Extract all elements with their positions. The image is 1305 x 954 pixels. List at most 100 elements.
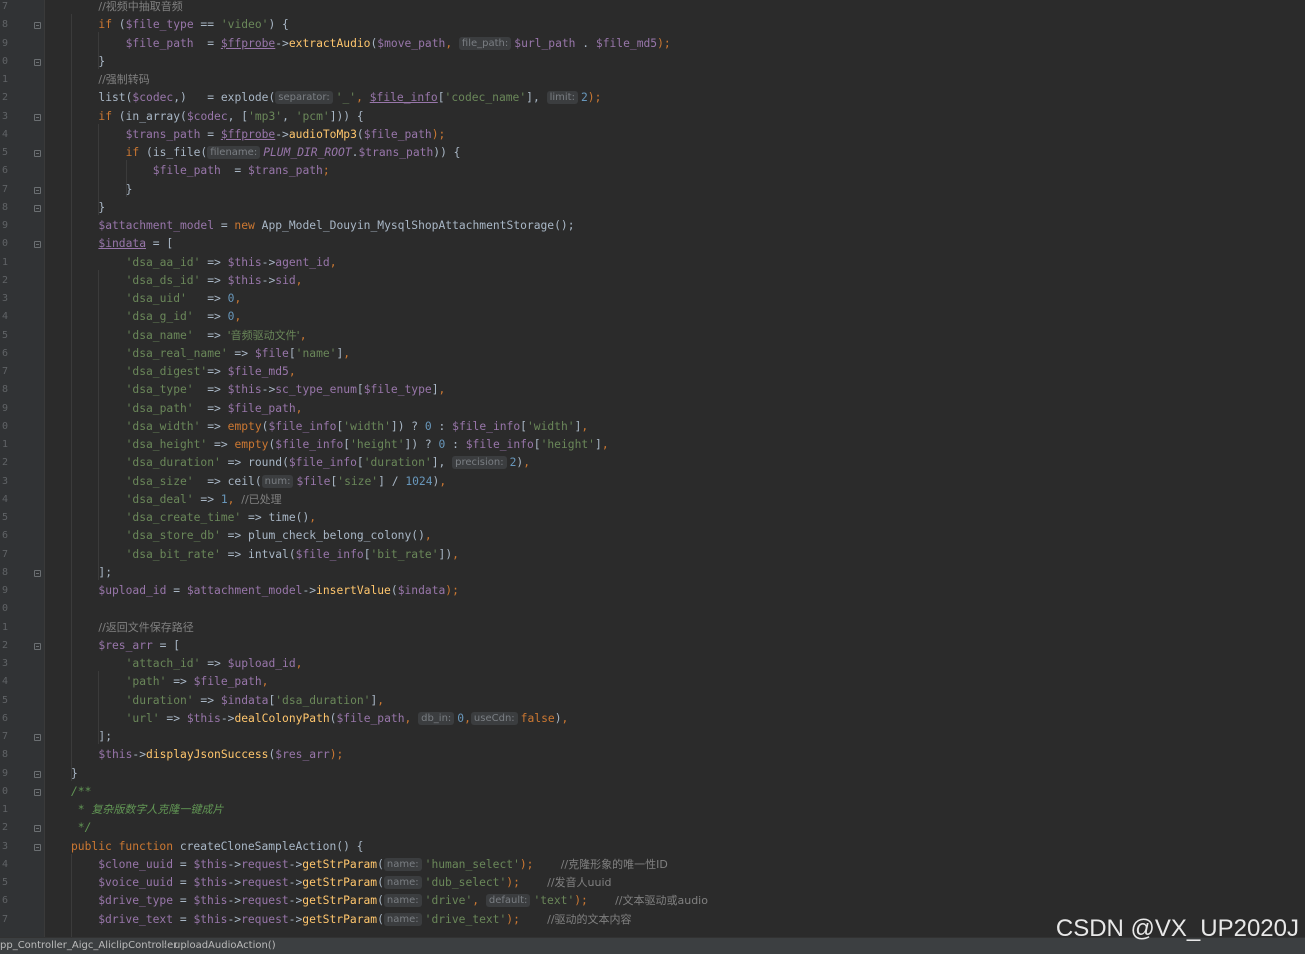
fold-toggle-icon[interactable] xyxy=(34,825,41,833)
code-token: insertValue xyxy=(316,584,391,597)
fold-toggle-icon[interactable] xyxy=(34,22,41,30)
code-line[interactable]: 'url' => $this->dealColonyPath($file_pat… xyxy=(98,710,568,728)
code-line[interactable]: $drive_text = $this->request->getStrPara… xyxy=(71,911,632,929)
code-line[interactable]: } xyxy=(71,765,78,783)
code-line[interactable]: 'dsa_aa_id' => $this->agent_id, xyxy=(98,254,337,272)
code-token: -> xyxy=(288,876,303,889)
code-line[interactable]: $drive_type = $this->request->getStrPara… xyxy=(71,892,708,910)
code-line[interactable]: $upload_id = $attachment_model->insertVa… xyxy=(98,582,459,600)
code-line[interactable]: if ($file_type == 'video') { xyxy=(98,16,288,34)
line-number: 3 xyxy=(1,293,8,304)
code-token: ( xyxy=(377,912,384,926)
code-line[interactable]: 'dsa_size' => ceil(num: $file['size'] / 1… xyxy=(98,473,446,491)
code-token: = xyxy=(173,894,194,908)
code-line[interactable]: $indata = [ xyxy=(98,235,173,253)
code-line[interactable]: $attachment_model = new App_Model_Douyin… xyxy=(98,217,574,235)
line-number: 0 xyxy=(1,420,8,432)
code-line[interactable]: $res_arr = [ xyxy=(98,637,180,655)
parameter-hint: useCdn: xyxy=(470,711,518,725)
code-line[interactable]: //返回文件保存路径 xyxy=(98,619,193,637)
code-line[interactable]: 'dsa_uid' => 0, xyxy=(98,290,242,308)
code-token: $upload_id xyxy=(98,584,167,597)
code-line[interactable]: 'dsa_store_db' => plum_check_belong_colo… xyxy=(98,527,432,545)
fold-toggle-icon[interactable] xyxy=(34,204,41,212)
code-token: 'dsa_uid' xyxy=(98,292,187,305)
fold-toggle-icon[interactable] xyxy=(34,642,41,650)
code-token: => xyxy=(159,711,187,725)
code-line[interactable]: * 复杂版数字人克隆一键成片 xyxy=(71,801,224,819)
code-token: 'dsa_duration' xyxy=(275,693,371,707)
code-line[interactable]: 'dsa_bit_rate' => intval($file_info['bit… xyxy=(98,546,459,564)
code-line[interactable]: ]; xyxy=(98,564,112,582)
line-number: 5 xyxy=(1,694,8,706)
code-line[interactable]: 'dsa_type' => $this->sc_type_enum[$file_… xyxy=(98,381,446,399)
code-line[interactable]: 'dsa_height' => empty($file_info['height… xyxy=(98,436,609,454)
code-line[interactable]: 'dsa_real_name' => $file['name'], xyxy=(98,345,351,363)
fold-toggle-icon[interactable] xyxy=(34,569,41,577)
code-line[interactable]: 'dsa_digest'=> $file_md5, xyxy=(98,363,296,381)
code-line[interactable]: } xyxy=(98,53,105,71)
code-token: => xyxy=(193,383,228,397)
line-number: 4 xyxy=(1,858,8,870)
fold-toggle-icon[interactable] xyxy=(34,241,41,249)
code-line[interactable]: } xyxy=(98,199,105,217)
code-line[interactable]: 'duration' => $indata['dsa_duration'], xyxy=(98,692,385,710)
code-line[interactable]: } xyxy=(98,181,133,199)
code-line[interactable]: if (is_file(filename: PLUM_DIR_ROOT.$tran… xyxy=(98,144,460,162)
code-token: 'dsa_type' xyxy=(98,383,194,397)
code-line[interactable]: 'dsa_deal' => 1, //已处理 xyxy=(98,491,282,509)
fold-toggle-icon[interactable] xyxy=(34,734,41,741)
code-token: , xyxy=(295,401,303,415)
fold-toggle-icon[interactable] xyxy=(34,58,41,66)
breadcrumb-class[interactable]: pp_Controller_Aigc_AliclipController xyxy=(0,938,177,954)
code-line[interactable]: /** xyxy=(71,783,91,801)
code-area[interactable]: //视频中抽取音频 if ($file_type == 'video') { $f… xyxy=(44,0,1305,937)
indent-guide xyxy=(71,14,72,781)
code-line[interactable]: //强制转码 xyxy=(98,71,149,89)
code-token: extractAudio xyxy=(288,36,371,50)
code-token: '_' xyxy=(335,91,357,105)
line-number: 8 xyxy=(1,201,8,213)
code-line[interactable]: */ xyxy=(71,819,92,837)
code-editor[interactable]: 7 8 9 0 1 2 3 4 5 6 7 8 9 0 1 2 3 4 5 6 7 8 9 0 1 2 3 4 5 6 7 8 9 0 1 2 3 4 5 6… xyxy=(0,0,1305,937)
fold-toggle-icon[interactable] xyxy=(34,843,41,851)
breadcrumb-method[interactable]: uploadAudioAction() xyxy=(174,938,276,954)
code-line[interactable]: $this->displayJsonSuccess($res_arr); xyxy=(98,746,343,764)
code-line[interactable]: $clone_uuid = $this->request->getStrPara… xyxy=(71,856,668,874)
code-line[interactable]: $file_path = $ffprobe->extractAudio($mov… xyxy=(98,35,671,53)
code-line[interactable]: 'dsa_duration' => round($file_info['dura… xyxy=(98,454,530,472)
code-line[interactable]: 'dsa_width' => empty($file_info['width']… xyxy=(98,418,589,436)
code-line[interactable]: list($codec,) = explode(separator: '_', $… xyxy=(98,89,601,107)
fold-toggle-icon[interactable] xyxy=(34,150,41,157)
code-token: $codec xyxy=(186,109,228,123)
code-line[interactable]: //视频中抽取音频 xyxy=(98,0,182,16)
code-token: , xyxy=(523,456,531,470)
code-line[interactable]: $voice_uuid = $this->request->getStrPara… xyxy=(71,874,612,892)
code-token: 'dsa_g_id' xyxy=(98,310,194,324)
code-line[interactable]: if (in_array($codec, ['mp3', 'pcm'])) { xyxy=(98,108,363,126)
code-line[interactable]: 'dsa_create_time' => time(), xyxy=(98,509,316,527)
line-number: 5 xyxy=(1,147,8,158)
code-line[interactable]: $file_path = $trans_path; xyxy=(98,162,330,180)
code-line[interactable]: $trans_path = $ffprobe->audioToMp3($file… xyxy=(98,126,446,144)
code-line[interactable]: 'path' => $file_path, xyxy=(98,673,269,691)
fold-toggle-icon[interactable] xyxy=(34,770,41,778)
fold-toggle-icon[interactable] xyxy=(34,113,41,121)
code-line[interactable]: 'dsa_path' => $file_path, xyxy=(98,400,303,418)
code-token: -> xyxy=(132,748,147,762)
code-token: ( xyxy=(282,456,289,470)
fold-toggle-icon[interactable] xyxy=(34,788,41,796)
code-token: //返回文件保存路径 xyxy=(98,620,194,634)
code-line[interactable]: 'dsa_g_id' => 0, xyxy=(98,308,242,326)
code-token: ( xyxy=(112,109,126,123)
code-token: ( xyxy=(268,91,276,105)
code-line[interactable]: ]; xyxy=(98,728,112,746)
code-line[interactable]: 'attach_id' => $upload_id, xyxy=(98,655,303,673)
code-token: ]; xyxy=(98,565,112,579)
code-line[interactable]: 'dsa_name' => '音频驱动文件', xyxy=(98,327,307,345)
code-token: ( xyxy=(112,18,126,32)
code-line[interactable]: 'dsa_ds_id' => $this->sid, xyxy=(98,272,303,290)
fold-toggle-icon[interactable] xyxy=(34,186,41,194)
code-line[interactable]: public function createCloneSampleAction(… xyxy=(71,838,363,856)
